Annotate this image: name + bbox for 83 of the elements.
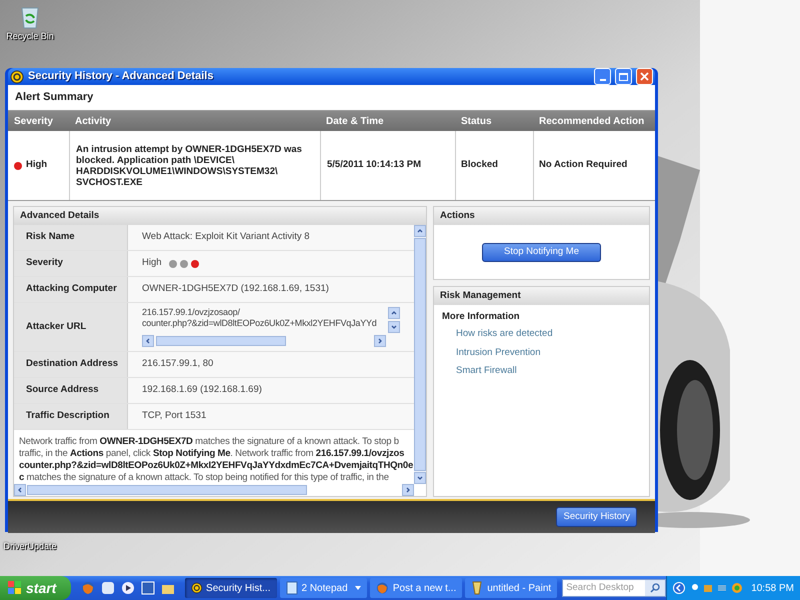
- stop-notifying-button[interactable]: Stop Notifying Me: [482, 242, 601, 262]
- table-cell-text: High: [26, 158, 48, 172]
- column-header: Status: [460, 114, 493, 128]
- column-header: Activity: [74, 114, 112, 128]
- horizontal-scrollbar[interactable]: [142, 335, 386, 347]
- scroll-down-button[interactable]: [414, 472, 426, 484]
- taskbar-button[interactable]: 2 Notepad: [280, 578, 368, 598]
- chevron-icon: [417, 228, 423, 234]
- panel-title: Actions: [440, 208, 475, 223]
- info-link[interactable]: How risks are detected: [456, 327, 553, 342]
- media-icon[interactable]: [120, 581, 134, 595]
- info-link[interactable]: Smart Firewall: [456, 364, 517, 378]
- window-title: Security History - Advanced Details: [28, 69, 214, 84]
- chevron-left-icon[interactable]: [673, 582, 686, 594]
- field-value: OWNER-1DGH5EX7D (192.168.1.69, 1531): [142, 282, 329, 296]
- panel-title: Risk Management: [440, 288, 521, 303]
- scroll-left-button[interactable]: [142, 335, 154, 347]
- taskbar-button[interactable]: Post a new t...: [370, 578, 462, 598]
- field-value: 192.168.1.69 (192.168.1.69): [142, 383, 262, 398]
- field-label: Risk Name: [26, 230, 75, 244]
- section-title: Alert Summary: [15, 90, 94, 106]
- chevron-icon: [377, 338, 383, 344]
- field-label: Attacking Computer: [26, 282, 117, 296]
- desktop-icon-label[interactable]: Recycle Bin: [6, 30, 54, 44]
- taskbar-button[interactable]: untitled - Paint: [465, 578, 558, 598]
- field-label: Source Address: [26, 383, 99, 398]
- table-cell-text: 5/5/2011 10:14:13 PM: [327, 158, 422, 172]
- scroll-up-button[interactable]: [388, 307, 400, 319]
- field-label: Traffic Description: [26, 409, 110, 424]
- desktop-icon-label[interactable]: DriverUpdate: [3, 540, 57, 554]
- close-icon: [640, 72, 649, 81]
- table-cell-text: An intrusion attempt by OWNER-1DGH5EX7D was blocked. Application path \DEVICE\ HARDDISKVOLUME1\WINDOWS\SYSTEM32\ SVCHOST.EXE: [76, 144, 303, 188]
- table-cell-text: No Action Required: [539, 158, 628, 172]
- field-value: High: [142, 256, 162, 270]
- tray-icon[interactable]: [689, 583, 700, 593]
- url-text: 216.157.99.1/ovzjzosaop/: [142, 307, 241, 318]
- scroll-right-button[interactable]: [374, 335, 386, 347]
- shield-icon: [190, 581, 202, 595]
- url-text: counter.php?&zid=wlD8ltEOPoz6Uk0Z+Mkxl2YEHFVqJaYYd: [142, 318, 378, 329]
- chevron-icon: [391, 310, 397, 316]
- description-text: Network traffic from OWNER-1DGH5EX7D matches the signature of a known attack. To stop b: [19, 436, 400, 448]
- field-value: TCP, Port 1531: [142, 409, 206, 424]
- column-header: Severity: [13, 114, 54, 128]
- notepad-icon: [286, 581, 298, 595]
- field-value: 216.157.99.1, 80: [142, 357, 214, 372]
- subheading: More Information: [441, 310, 521, 324]
- chevron-icon: [17, 487, 23, 493]
- paint-icon: [471, 581, 484, 595]
- field-value: Web Attack: Exploit Kit Variant Activity 8: [142, 230, 310, 244]
- shield-icon: [10, 70, 24, 84]
- search-icon[interactable]: [650, 583, 660, 593]
- windows-logo-icon: [8, 581, 22, 595]
- description-text: c matches the signature of a known attack. To stop being notified for this type of traffic, in the: [19, 472, 390, 484]
- app-icon[interactable]: [100, 581, 114, 595]
- clock: 10:58 PM: [751, 582, 794, 596]
- table-cell-text: Blocked: [461, 158, 498, 172]
- search-field[interactable]: Search Desktop: [562, 579, 666, 597]
- panel-title: Advanced Details: [20, 208, 100, 223]
- description-text: traffic, in the Actions panel, click Stop Notifying Me. Network traffic from 216.157.99.1/ovzjzos: [19, 448, 406, 460]
- close-button[interactable]: [636, 68, 653, 85]
- chevron-icon: [391, 324, 397, 330]
- start-button[interactable]: start: [0, 576, 70, 600]
- field-label: Severity: [26, 256, 63, 270]
- scroll-down-button[interactable]: [388, 321, 400, 333]
- security-history-button[interactable]: Security History: [556, 507, 637, 527]
- scroll-right-button[interactable]: [402, 484, 414, 496]
- scroll-up-button[interactable]: [414, 225, 426, 237]
- search-input[interactable]: Search Desktop: [563, 580, 646, 596]
- chevron-icon: [145, 338, 151, 344]
- scroll-left-button[interactable]: [14, 484, 26, 496]
- minimize-button[interactable]: [594, 68, 611, 85]
- browser-icon[interactable]: [80, 581, 94, 595]
- maximize-button[interactable]: [615, 68, 632, 85]
- scrollbar-thumb[interactable]: [27, 485, 307, 495]
- info-link[interactable]: Intrusion Prevention: [456, 346, 540, 360]
- field-label: Destination Address: [26, 357, 118, 372]
- field-label: Attacker URL: [26, 320, 86, 334]
- column-header: Recommended Action: [538, 114, 646, 128]
- column-header: Date & Time: [325, 114, 385, 128]
- taskbar-button[interactable]: Security Hist...: [184, 578, 276, 598]
- tray-icon[interactable]: [717, 583, 728, 593]
- browser-icon: [376, 581, 389, 595]
- scrollbar-thumb[interactable]: [156, 336, 286, 346]
